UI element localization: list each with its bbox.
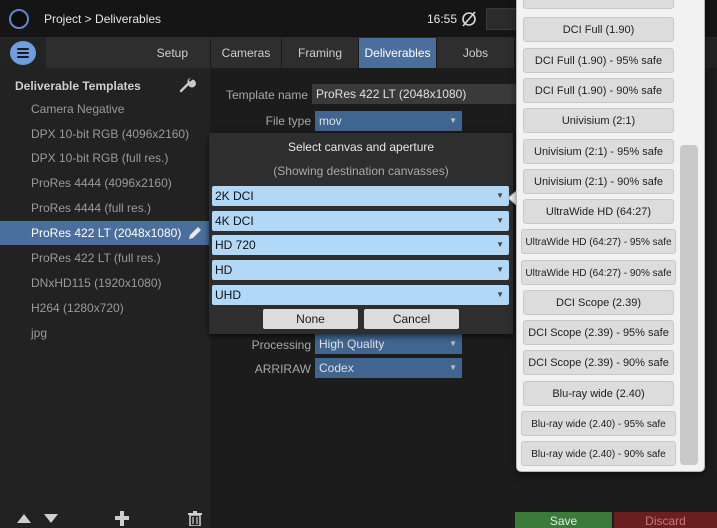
discard-button[interactable]: Discard (614, 512, 717, 528)
tab-deliverables[interactable]: Deliverables (359, 38, 437, 68)
trash-icon[interactable] (186, 510, 204, 526)
none-button[interactable]: None (263, 309, 358, 329)
chevron-down-icon: ▼ (496, 290, 504, 299)
canvas-select-4k-dci[interactable]: 4K DCI ▼ (212, 211, 509, 231)
aperture-option[interactable]: Blu-ray wide (2.40) (523, 381, 674, 406)
file-type-value: mov (319, 114, 342, 128)
tab-setup[interactable]: Setup (46, 38, 211, 68)
app-window: Project > Deliverables 16:55 Setup Camer… (0, 0, 717, 528)
canvas-select-2k-dci[interactable]: 2K DCI ▼ (212, 186, 509, 206)
template-name-field[interactable]: ProRes 422 LT (2048x1080) (312, 84, 517, 104)
aperture-dropdown-list: DCI Full (1.90) DCI Full (1.90) - 95% sa… (516, 0, 705, 472)
aperture-option[interactable]: DCI Full (1.90) - 90% safe (523, 78, 674, 103)
canvas-label: 2K DCI (215, 189, 254, 203)
processing-label: Processing (251, 338, 311, 352)
template-item[interactable]: DNxHD115 (1920x1080) (0, 271, 210, 295)
list-scrollbar[interactable] (680, 145, 698, 465)
triangle-up-icon[interactable] (15, 510, 33, 526)
sidebar-title: Deliverable Templates (15, 79, 141, 93)
aperture-option[interactable]: DCI Scope (2.39) (523, 290, 674, 315)
aperture-option[interactable]: Blu-ray wide (2.40) - 95% safe (521, 411, 676, 436)
arriraw-value: Codex (319, 361, 354, 375)
template-item[interactable]: H264 (1280x720) (0, 296, 210, 320)
chevron-down-icon: ▼ (496, 216, 504, 225)
menu-icon[interactable] (10, 41, 36, 65)
chevron-down-icon: ▼ (449, 363, 457, 372)
aperture-option[interactable]: Univisium (2:1) - 90% safe (523, 169, 674, 194)
template-item[interactable]: DPX 10-bit RGB (4096x2160) (0, 122, 210, 146)
processing-select[interactable]: High Quality ▼ (315, 334, 462, 354)
template-item[interactable]: ProRes 4444 (4096x2160) (0, 171, 210, 195)
arriraw-label: ARRIRAW (254, 362, 311, 376)
arriraw-select[interactable]: Codex ▼ (315, 358, 462, 378)
chevron-down-icon: ▼ (496, 191, 504, 200)
dialog-subtitle: (Showing destination canvasses) (273, 164, 449, 178)
aperture-option[interactable]: UltraWide HD (64:27) - 95% safe (521, 229, 676, 254)
aperture-option[interactable]: UltraWide HD (64:27) (523, 199, 674, 224)
template-name-label: Template name (225, 88, 308, 102)
template-item[interactable]: DPX 10-bit RGB (full res.) (0, 146, 210, 170)
sidebar-footer (0, 508, 210, 528)
aperture-option[interactable]: Univisium (2:1) - 95% safe (523, 139, 674, 164)
aperture-option[interactable]: Univisium (2:1) (523, 108, 674, 133)
canvas-aperture-dialog: Select canvas and aperture (Showing dest… (209, 133, 513, 334)
file-type-select[interactable]: mov ▼ (315, 111, 462, 131)
chevron-down-icon: ▼ (449, 116, 457, 125)
app-logo-icon[interactable] (9, 9, 29, 29)
canvas-label: 4K DCI (215, 214, 254, 228)
triangle-down-icon[interactable] (42, 510, 60, 526)
wrench-icon[interactable] (178, 76, 196, 94)
canvas-label: UHD (215, 288, 241, 302)
template-item[interactable]: ProRes 422 LT (full res.) (0, 246, 210, 270)
tab-jobs[interactable]: Jobs (437, 38, 515, 68)
aperture-option[interactable]: Blu-ray wide (2.40) - 90% safe (521, 441, 676, 466)
canvas-label: HD (215, 263, 233, 277)
aperture-option[interactable]: DCI Full (1.90) (523, 17, 674, 42)
pencil-icon[interactable] (187, 225, 203, 241)
canvas-select-uhd[interactable]: UHD ▼ (212, 285, 509, 305)
aperture-option-partial (523, 0, 674, 9)
chevron-down-icon: ▼ (496, 240, 504, 249)
dialog-title: Select canvas and aperture (287, 140, 435, 154)
chevron-down-icon: ▼ (496, 265, 504, 274)
file-type-label: File type (265, 114, 311, 128)
tab-cameras[interactable]: Cameras (211, 38, 282, 68)
aperture-option[interactable]: UltraWide HD (64:27) - 90% safe (521, 260, 676, 285)
template-item[interactable]: jpg (0, 321, 210, 345)
clock-time: 16:55 (427, 12, 458, 26)
canvas-select-hd-720[interactable]: HD 720 ▼ (212, 235, 509, 255)
template-item-selected[interactable]: ProRes 422 LT (2048x1080) (0, 221, 210, 245)
template-item[interactable]: ProRes 4444 (full res.) (0, 196, 210, 220)
sidebar: Deliverable Templates Camera Negative DP… (0, 68, 210, 528)
plus-icon[interactable] (113, 510, 131, 526)
processing-value: High Quality (319, 337, 385, 351)
save-button[interactable]: Save (515, 512, 612, 528)
breadcrumb: Project > Deliverables (44, 12, 162, 26)
cancel-button[interactable]: Cancel (364, 309, 459, 329)
chevron-down-icon: ▼ (449, 339, 457, 348)
canvas-select-hd[interactable]: HD ▼ (212, 260, 509, 280)
aperture-option[interactable]: DCI Scope (2.39) - 95% safe (523, 320, 674, 345)
canvas-label: HD 720 (215, 238, 256, 252)
aperture-option[interactable]: DCI Scope (2.39) - 90% safe (523, 350, 674, 375)
tab-framing[interactable]: Framing (282, 38, 359, 68)
template-item-label: ProRes 422 LT (2048x1080) (31, 226, 182, 240)
slashed-circle-icon (462, 11, 476, 27)
aperture-option[interactable]: DCI Full (1.90) - 95% safe (523, 48, 674, 73)
template-item[interactable]: Camera Negative (0, 97, 210, 121)
